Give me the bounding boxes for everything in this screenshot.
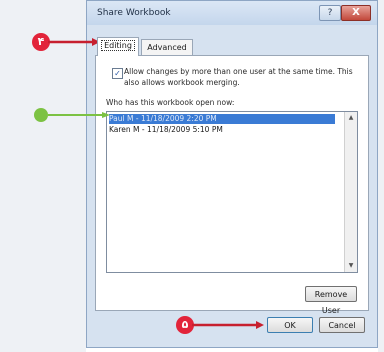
scroll-up-icon[interactable]: ▲ bbox=[345, 112, 357, 124]
title-bar: Share Workbook ? X bbox=[87, 1, 377, 25]
page-background-left bbox=[0, 0, 86, 352]
pointer-line-icon bbox=[48, 112, 110, 118]
step-4-arrow-icon bbox=[48, 38, 100, 46]
dialog-body: Editing Advanced ✓ Allow changes by more… bbox=[93, 31, 371, 343]
tab-editing[interactable]: Editing bbox=[97, 37, 139, 56]
scroll-down-icon[interactable]: ▼ bbox=[345, 260, 357, 272]
allow-changes-label[interactable]: Allow changes by more than one user at t… bbox=[124, 66, 362, 88]
remove-user-button[interactable]: Remove User bbox=[305, 286, 357, 315]
users-listbox[interactable]: Paul M - 11/18/2009 2:20 PM Karen M - 11… bbox=[106, 111, 358, 273]
editing-panel: ✓ Allow changes by more than one user at… bbox=[95, 55, 369, 315]
ok-button[interactable]: OK bbox=[267, 317, 313, 333]
tab-advanced[interactable]: Advanced bbox=[141, 39, 193, 55]
help-button[interactable]: ? bbox=[319, 5, 341, 21]
step-5-arrow-icon bbox=[192, 321, 264, 329]
cancel-button[interactable]: Cancel bbox=[319, 317, 365, 333]
who-has-open-label: Who has this workbook open now: bbox=[106, 98, 235, 107]
listbox-scrollbar[interactable]: ▲ ▼ bbox=[344, 112, 357, 272]
page-background-right bbox=[378, 0, 384, 352]
dialog-title: Share Workbook bbox=[97, 8, 171, 18]
close-button[interactable]: X bbox=[341, 5, 371, 21]
share-workbook-dialog: Share Workbook ? X Editing Advanced ✓ Al… bbox=[86, 0, 378, 348]
allow-changes-checkbox[interactable]: ✓ bbox=[112, 68, 123, 79]
pointer-dot-icon bbox=[34, 108, 48, 122]
list-item[interactable]: Karen M - 11/18/2009 5:10 PM bbox=[109, 125, 223, 135]
tab-editing-label: Editing bbox=[101, 40, 135, 51]
list-item[interactable]: Paul M - 11/18/2009 2:20 PM bbox=[109, 114, 335, 124]
